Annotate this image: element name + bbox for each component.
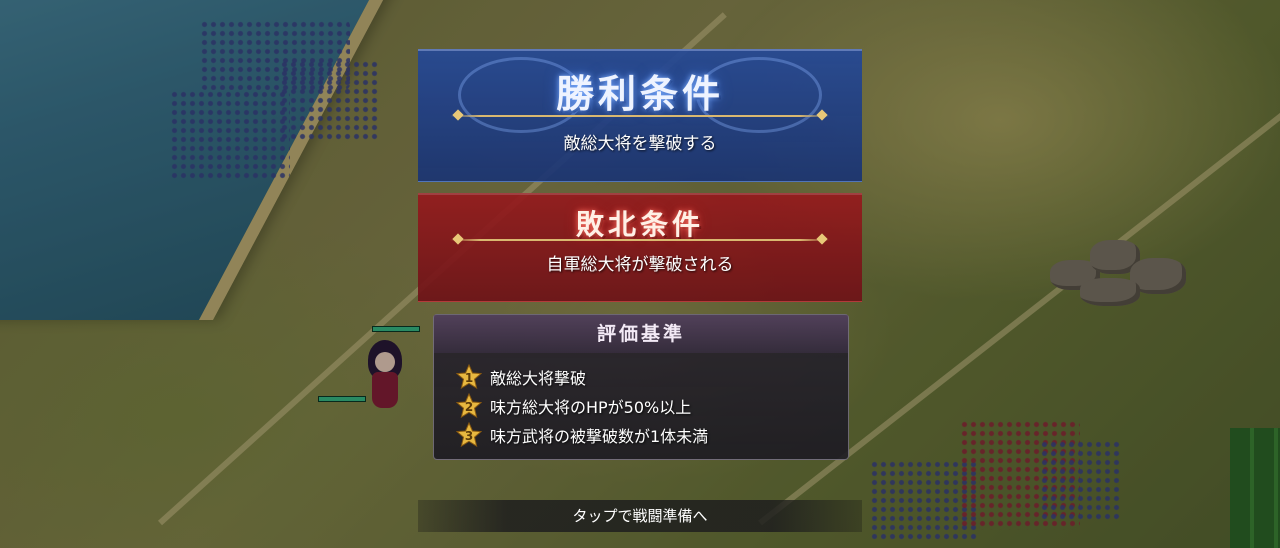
criterion-text: 敵総大将撃破: [490, 369, 587, 388]
star-icon: 3: [456, 422, 482, 448]
star-icon: 1: [456, 364, 482, 390]
victory-condition: 敵総大将を撃破する: [563, 134, 717, 154]
criterion-item: 1 敵総大将撃破: [456, 363, 586, 391]
evaluation-panel: 評価基準 1 敵総大将撃破 2 味方総大将のHPが50%以上 3 味方武将の被撃…: [433, 314, 849, 460]
defeat-condition: 自軍総大将が撃破される: [546, 255, 734, 275]
evaluation-title: 評価基準: [434, 315, 848, 353]
star-rank: 2: [464, 400, 474, 414]
criterion-item: 3 味方武将の被撃破数が1体未満: [456, 421, 708, 449]
star-rank: 3: [464, 429, 474, 443]
star-icon: 2: [456, 393, 482, 419]
victory-title: 勝利条件: [555, 71, 724, 116]
ornament-divider: [450, 239, 830, 241]
criterion-text: 味方総大将のHPが50%以上: [490, 398, 692, 417]
criterion-item: 2 味方総大将のHPが50%以上: [456, 392, 691, 420]
defeat-title: 敗北条件: [575, 208, 704, 241]
criterion-text: 味方武将の被撃破数が1体未満: [490, 427, 709, 446]
victory-panel: 勝利条件 敵総大将を撃破する: [418, 49, 862, 182]
defeat-panel: 敗北条件 自軍総大将が撃破される: [418, 193, 862, 302]
tap-to-prepare-button[interactable]: タップで戦闘準備へ: [418, 500, 862, 532]
star-rank: 1: [464, 371, 474, 385]
ornament-divider: [450, 115, 830, 117]
